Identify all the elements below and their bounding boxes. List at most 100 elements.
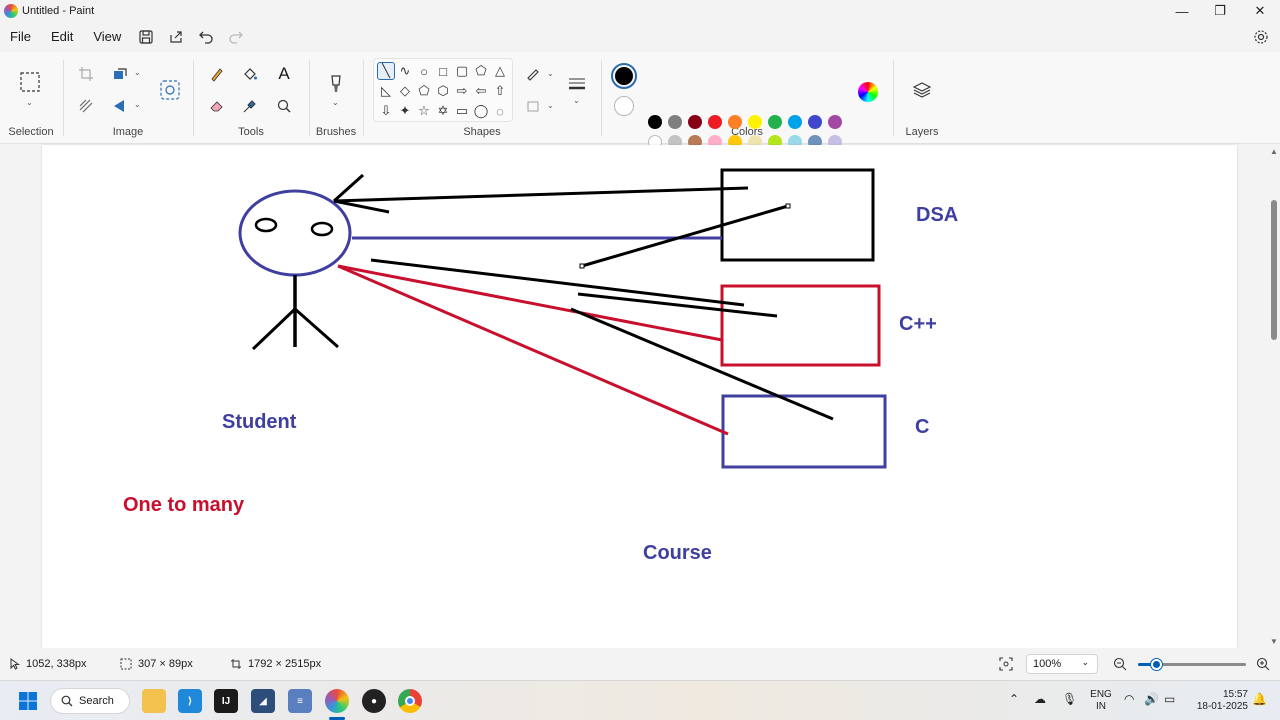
zoom-slider-thumb[interactable]	[1151, 659, 1162, 670]
menu-edit[interactable]: Edit	[41, 24, 83, 50]
close-button[interactable]: ✕	[1240, 0, 1280, 22]
scroll-down-icon[interactable]: ▼	[1270, 637, 1278, 646]
vscode-app[interactable]: ⟩	[178, 689, 202, 713]
scrollbar-thumb[interactable]	[1271, 200, 1277, 340]
flip-button[interactable]	[108, 94, 132, 118]
remove-background-button[interactable]	[158, 78, 182, 102]
vertical-scrollbar[interactable]: ▲ ▼	[1268, 145, 1280, 648]
chevron-down-icon[interactable]: ⌄	[134, 68, 141, 77]
color-swatch[interactable]	[768, 115, 782, 129]
color-swatch[interactable]	[708, 115, 722, 129]
resize-button[interactable]	[108, 62, 132, 86]
shape-option[interactable]: ⬡	[434, 82, 452, 100]
maximize-button[interactable]: ❐	[1200, 0, 1240, 22]
tray-overflow-icon[interactable]: ⌃	[1009, 693, 1019, 705]
color-swatch[interactable]	[648, 115, 662, 129]
eraser-button[interactable]	[205, 94, 229, 118]
shape-option[interactable]: ⇧	[491, 82, 509, 100]
magnifier-button[interactable]	[272, 94, 296, 118]
menu-file[interactable]: File	[0, 24, 41, 50]
color-swatch[interactable]	[788, 115, 802, 129]
layers-button[interactable]	[910, 78, 934, 102]
minimize-button[interactable]: —	[1162, 0, 1202, 22]
fill-style-button[interactable]	[521, 94, 545, 118]
color-swatch[interactable]	[828, 115, 842, 129]
color-swatch[interactable]	[688, 115, 702, 129]
color-swatch[interactable]	[748, 115, 762, 129]
chevron-down-icon[interactable]: ⌄	[332, 98, 339, 107]
battery-icon[interactable]: ▭	[1164, 693, 1175, 705]
outline-button[interactable]	[521, 62, 545, 86]
color-swatch[interactable]	[808, 115, 822, 129]
shape-option[interactable]: ◇	[396, 82, 414, 100]
pencil-button[interactable]	[205, 62, 229, 86]
chrome-app[interactable]	[398, 689, 422, 713]
chevron-down-icon[interactable]: ⌄	[547, 69, 554, 78]
paint-app[interactable]	[325, 689, 349, 713]
brushes-button[interactable]	[324, 72, 348, 96]
notifications-icon[interactable]: 🔔	[1252, 693, 1267, 705]
scroll-up-icon[interactable]: ▲	[1270, 147, 1278, 156]
size-button[interactable]	[565, 72, 589, 96]
chevron-down-icon[interactable]: ⌄	[26, 98, 33, 107]
image-effects-button[interactable]	[74, 94, 98, 118]
shape-option[interactable]: ○	[415, 62, 433, 80]
shape-option[interactable]: □	[434, 62, 452, 80]
chevron-down-icon[interactable]: ⌄	[573, 96, 580, 105]
zoom-out-button[interactable]	[1108, 652, 1132, 676]
sql-app[interactable]: ◢	[251, 689, 275, 713]
chevron-down-icon[interactable]: ⌄	[134, 100, 141, 109]
zoom-slider[interactable]	[1138, 659, 1246, 670]
color-swatch[interactable]	[728, 115, 742, 129]
color-picker-button[interactable]	[238, 94, 262, 118]
share-button[interactable]	[161, 24, 191, 50]
settings-button[interactable]	[1250, 26, 1272, 48]
shape-option[interactable]: ⬠	[472, 62, 490, 80]
shape-option[interactable]: ▢	[453, 62, 471, 80]
primary-color-button[interactable]	[611, 63, 637, 89]
file-explorer-app[interactable]	[142, 689, 166, 713]
taskbar-search[interactable]: Search	[50, 688, 130, 714]
volume-icon[interactable]: 🔊	[1144, 693, 1159, 705]
zoom-in-button[interactable]	[1251, 652, 1275, 676]
shape-option[interactable]: ╲	[377, 62, 395, 80]
shape-option[interactable]: ☆	[415, 102, 433, 120]
intellij-app[interactable]: IJ	[214, 689, 238, 713]
onedrive-icon[interactable]: ☁	[1034, 693, 1046, 705]
shape-option[interactable]: ⇩	[377, 102, 395, 120]
shape-option[interactable]: ▭	[453, 102, 471, 120]
chevron-down-icon[interactable]: ⌄	[547, 101, 554, 110]
shape-option[interactable]: ✦	[396, 102, 414, 120]
shape-option[interactable]: ⬠	[415, 82, 433, 100]
save-button[interactable]	[131, 24, 161, 50]
shape-option[interactable]: ◌	[491, 102, 509, 120]
select-button[interactable]	[18, 70, 42, 94]
drawing-canvas[interactable]: DSA C++ C Student One to many Course	[42, 145, 1237, 648]
obs-app[interactable]: ●	[362, 689, 386, 713]
notepad-app[interactable]: ≡	[288, 689, 312, 713]
menu-view[interactable]: View	[83, 24, 131, 50]
clock[interactable]: 15:57 18-01-2025	[1188, 689, 1248, 713]
redo-button[interactable]	[221, 24, 251, 50]
edit-colors-button[interactable]	[856, 80, 880, 104]
selection-handle[interactable]	[579, 263, 585, 269]
start-button[interactable]	[16, 689, 40, 713]
color-swatch[interactable]	[668, 115, 682, 129]
shape-option[interactable]: ∿	[396, 62, 414, 80]
shape-option[interactable]: ✡	[434, 102, 452, 120]
microphone-icon[interactable]: 🎙	[1062, 693, 1077, 705]
shape-option[interactable]: ⇨	[453, 82, 471, 100]
fit-to-window-button[interactable]	[994, 652, 1018, 676]
language-indicator[interactable]: ENG IN	[1088, 689, 1114, 713]
selection-handle[interactable]	[785, 203, 791, 209]
shape-option[interactable]: ◯	[472, 102, 490, 120]
text-button[interactable]: A	[272, 62, 296, 86]
crop-button[interactable]	[74, 62, 98, 86]
secondary-color-button[interactable]	[614, 96, 634, 116]
shape-option[interactable]: ⇦	[472, 82, 490, 100]
wifi-icon[interactable]: ◠	[1124, 693, 1134, 705]
fill-button[interactable]	[238, 62, 262, 86]
undo-button[interactable]	[191, 24, 221, 50]
zoom-dropdown[interactable]: 100% ⌄	[1026, 654, 1098, 674]
shape-option[interactable]: ◺	[377, 82, 395, 100]
